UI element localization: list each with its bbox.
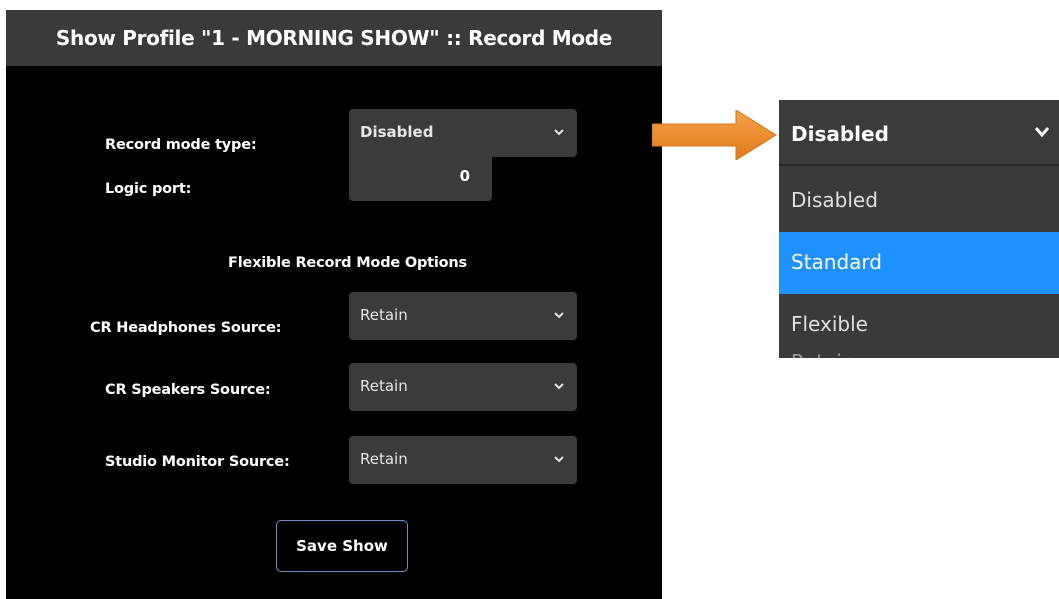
chevron-down-icon bbox=[554, 312, 564, 319]
record-mode-type-select[interactable]: Disabled bbox=[349, 109, 577, 157]
logic-port-label: Logic port: bbox=[105, 181, 192, 197]
partial-next-field-value: Retain bbox=[791, 350, 855, 358]
studio-monitor-select[interactable]: Retain bbox=[349, 436, 577, 484]
record-mode-panel: Show Profile "1 - MORNING SHOW" :: Recor… bbox=[6, 10, 662, 599]
cr-headphones-value: Retain bbox=[360, 306, 408, 324]
cr-speakers-label: CR Speakers Source: bbox=[105, 382, 271, 398]
dropdown-option-flexible[interactable]: Flexible bbox=[779, 294, 1059, 356]
chevron-down-icon bbox=[554, 129, 564, 136]
dropdown-option-disabled[interactable]: Disabled bbox=[779, 170, 1059, 232]
option-label: Disabled bbox=[791, 188, 878, 212]
studio-monitor-label: Studio Monitor Source: bbox=[105, 454, 290, 470]
chevron-down-icon bbox=[554, 456, 564, 463]
dropdown-option-standard[interactable]: Standard bbox=[779, 232, 1059, 294]
save-show-button[interactable]: Save Show bbox=[276, 520, 408, 572]
dropdown-selected-value: Disabled bbox=[791, 122, 889, 146]
option-label: Flexible bbox=[791, 312, 868, 336]
logic-port-value: 0 bbox=[459, 167, 470, 185]
arrow-right-icon bbox=[652, 110, 777, 160]
record-mode-type-value: Disabled bbox=[360, 123, 434, 141]
option-label: Standard bbox=[791, 250, 882, 274]
cr-headphones-select[interactable]: Retain bbox=[349, 292, 577, 340]
studio-monitor-value: Retain bbox=[360, 450, 408, 468]
logic-port-input[interactable]: 0 bbox=[349, 153, 492, 201]
cr-speakers-select[interactable]: Retain bbox=[349, 363, 577, 411]
chevron-down-icon bbox=[554, 383, 564, 390]
chevron-down-icon bbox=[1034, 127, 1050, 138]
flexible-options-heading: Flexible Record Mode Options bbox=[228, 255, 467, 271]
cr-headphones-label: CR Headphones Source: bbox=[90, 320, 282, 336]
record-mode-dropdown-select[interactable]: Disabled bbox=[779, 100, 1059, 166]
panel-title: Show Profile "1 - MORNING SHOW" :: Recor… bbox=[6, 10, 662, 66]
record-mode-dropdown-zoom: Disabled Disabled Standard Flexible Reta… bbox=[779, 100, 1059, 358]
cr-speakers-value: Retain bbox=[360, 377, 408, 395]
record-mode-type-label: Record mode type: bbox=[105, 137, 257, 153]
